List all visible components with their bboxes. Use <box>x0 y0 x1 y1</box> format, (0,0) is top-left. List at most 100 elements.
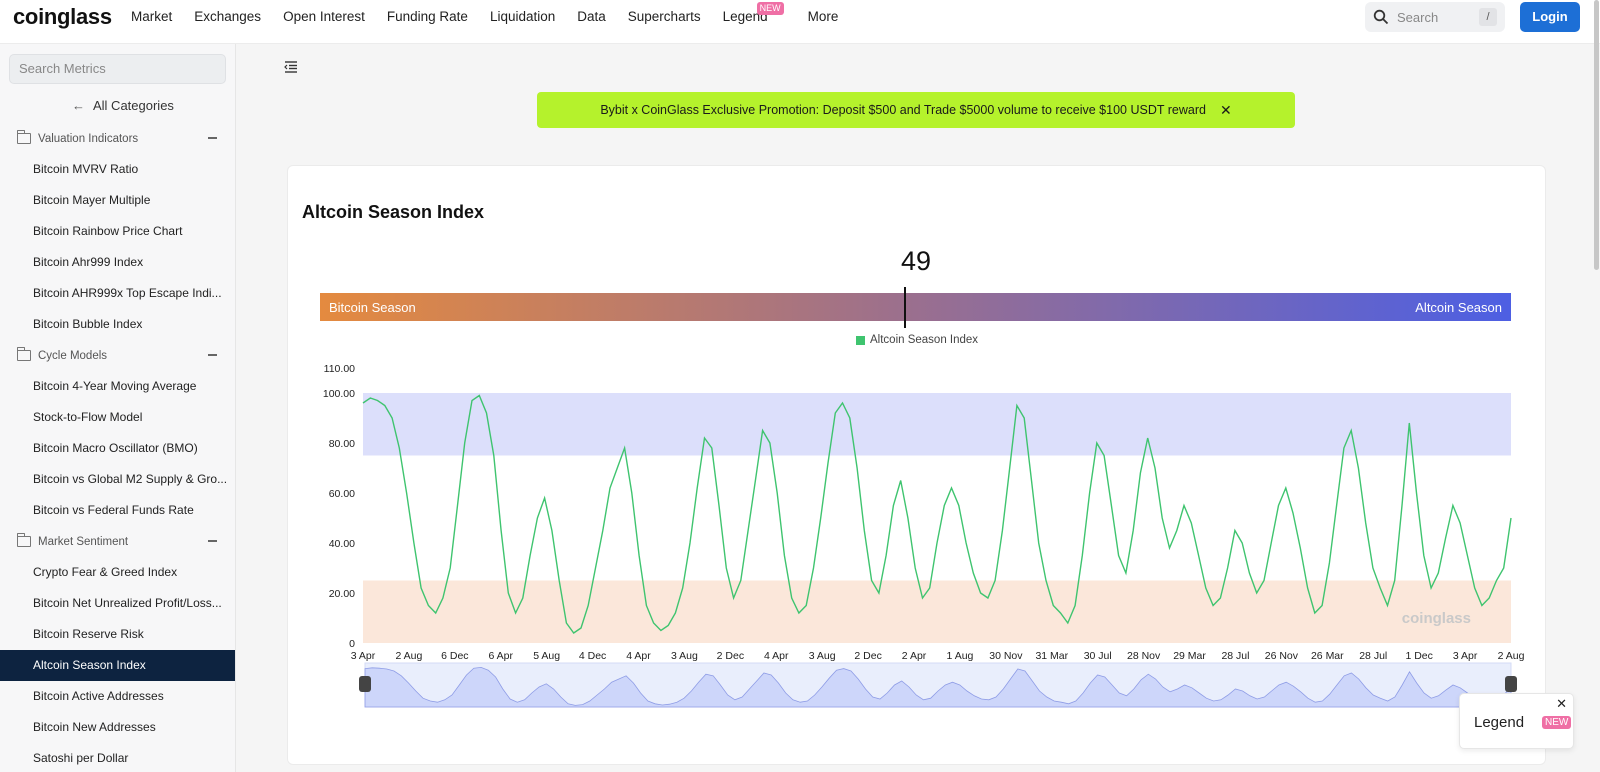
top-navbar: coinglass Market Exchanges Open Interest… <box>0 0 1600 44</box>
x-tick-label: 30 Jul <box>1084 650 1112 662</box>
brand-logo[interactable]: coinglass <box>13 4 112 30</box>
collapse-sidebar-icon[interactable] <box>284 60 298 74</box>
page-scrollbar[interactable] <box>1594 0 1599 270</box>
nav-legend[interactable]: Legend NEW <box>723 2 784 26</box>
search-box[interactable]: Search / <box>1365 2 1505 32</box>
x-tick-label: 6 Apr <box>488 650 513 662</box>
group-valuation-indicators[interactable]: Valuation Indicators <box>0 123 235 154</box>
legend-swatch <box>856 335 865 345</box>
sidebar-item[interactable]: Bitcoin New Addresses <box>0 712 235 743</box>
y-tick-label: 40.00 <box>329 538 355 550</box>
promo-text: Bybit x CoinGlass Exclusive Promotion: D… <box>600 103 1206 117</box>
chart-legend[interactable]: Altcoin Season Index <box>856 334 978 346</box>
nav-exchanges[interactable]: Exchanges <box>194 8 261 26</box>
current-index-value: 49 <box>900 246 932 276</box>
x-tick-label: 26 Nov <box>1265 650 1299 662</box>
season-gauge-bar: Bitcoin Season Altcoin Season <box>320 293 1511 321</box>
group-title: Market Sentiment <box>38 535 129 548</box>
sidebar-item[interactable]: Crypto Fear & Greed Index <box>0 557 235 588</box>
sidebar-item[interactable]: Bitcoin Ahr999 Index <box>0 247 235 278</box>
chart-watermark: coinglass <box>1402 610 1471 627</box>
altcoin-season-label: Altcoin Season <box>1415 300 1502 315</box>
collapse-minus-icon[interactable] <box>208 540 217 542</box>
x-tick-label: 2 Aug <box>1498 650 1525 662</box>
sidebar-item[interactable]: Bitcoin Bubble Index <box>0 309 235 340</box>
search-icon <box>1373 9 1389 25</box>
sidebar-item[interactable]: Satoshi per Dollar <box>0 743 235 772</box>
bitcoin-season-label: Bitcoin Season <box>329 300 416 315</box>
metrics-search-input[interactable]: Search Metrics <box>9 54 226 84</box>
legend-popup[interactable]: ✕ Legend NEW <box>1459 693 1574 749</box>
x-tick-label: 2 Dec <box>854 650 881 662</box>
x-tick-label: 29 Mar <box>1173 650 1206 662</box>
collapse-minus-icon[interactable] <box>208 137 217 139</box>
folder-icon <box>17 533 31 547</box>
x-tick-label: 3 Aug <box>671 650 698 662</box>
legend-label: Altcoin Season Index <box>870 334 979 346</box>
sidebar-item-active[interactable]: Altcoin Season Index <box>0 650 235 681</box>
collapse-minus-icon[interactable] <box>208 354 217 356</box>
new-badge: NEW <box>756 2 784 15</box>
nav-data[interactable]: Data <box>577 8 606 26</box>
close-icon[interactable]: ✕ <box>1556 696 1567 712</box>
sidebar-item[interactable]: Bitcoin Reserve Risk <box>0 619 235 650</box>
x-tick-label: 28 Jul <box>1221 650 1249 662</box>
metrics-list: Valuation Indicators Bitcoin MVRV Ratio … <box>0 123 235 772</box>
folder-icon <box>17 347 31 361</box>
sidebar-item[interactable]: Bitcoin Net Unrealized Profit/Loss... <box>0 588 235 619</box>
sidebar-item[interactable]: Bitcoin 4-Year Moving Average <box>0 371 235 402</box>
folder-icon <box>17 130 31 144</box>
nav-funding-rate[interactable]: Funding Rate <box>387 8 468 26</box>
main-nav: Market Exchanges Open Interest Funding R… <box>131 2 860 26</box>
nav-more[interactable]: More <box>808 8 839 26</box>
sidebar-item[interactable]: Bitcoin AHR999x Top Escape Indi... <box>0 278 235 309</box>
all-categories-link[interactable]: ← All Categories <box>72 98 174 113</box>
y-tick-label: 100.00 <box>323 388 355 400</box>
x-tick-label: 28 Jul <box>1359 650 1387 662</box>
y-tick-label: 110.00 <box>324 363 355 375</box>
search-placeholder: Search <box>1397 9 1439 25</box>
y-tick-label: 20.00 <box>329 588 355 600</box>
sidebar-item[interactable]: Bitcoin Macro Oscillator (BMO) <box>0 433 235 464</box>
chart-plot[interactable]: 0 20.00 40.00 60.00 80.00 100.00 110.00 3 Apr 2 … <box>300 355 1530 725</box>
x-tick-label: 5 Aug <box>533 650 560 662</box>
sidebar-item[interactable]: Bitcoin vs Federal Funds Rate <box>0 495 235 526</box>
x-tick-label: 4 Apr <box>626 650 651 662</box>
nav-liquidation[interactable]: Liquidation <box>490 8 555 26</box>
x-tick-label: 28 Nov <box>1127 650 1161 662</box>
sidebar-item[interactable]: Bitcoin Active Addresses <box>0 681 235 712</box>
search-shortcut-key: / <box>1479 8 1497 26</box>
sidebar-item[interactable]: Bitcoin MVRV Ratio <box>0 154 235 185</box>
nav-open-interest[interactable]: Open Interest <box>283 8 365 26</box>
sidebar-item[interactable]: Bitcoin Rainbow Price Chart <box>0 216 235 247</box>
x-tick-label: 1 Aug <box>947 650 974 662</box>
nav-market[interactable]: Market <box>131 8 172 26</box>
navigator-handle-left[interactable] <box>359 676 371 692</box>
zone-band-bitcoin <box>363 580 1511 643</box>
y-tick-label: 60.00 <box>329 488 355 500</box>
login-button[interactable]: Login <box>1520 2 1580 32</box>
group-cycle-models[interactable]: Cycle Models <box>0 340 235 371</box>
sidebar-item[interactable]: Stock-to-Flow Model <box>0 402 235 433</box>
x-tick-label: 6 Dec <box>441 650 468 662</box>
nav-supercharts[interactable]: Supercharts <box>628 8 701 26</box>
y-tick-label: 80.00 <box>329 438 355 450</box>
close-icon[interactable]: ✕ <box>1220 102 1232 119</box>
current-value-marker <box>904 287 906 328</box>
x-tick-label: 4 Apr <box>764 650 789 662</box>
x-tick-label: 4 Dec <box>579 650 606 662</box>
x-tick-label: 31 Mar <box>1035 650 1068 662</box>
arrow-left-icon: ← <box>72 98 85 113</box>
group-market-sentiment[interactable]: Market Sentiment <box>0 526 235 557</box>
x-tick-label: 1 Dec <box>1405 650 1432 662</box>
sidebar-item[interactable]: Bitcoin vs Global M2 Supply & Gro... <box>0 464 235 495</box>
x-tick-label: 30 Nov <box>989 650 1023 662</box>
sidebar-item[interactable]: Bitcoin Mayer Multiple <box>0 185 235 216</box>
x-tick-label: 2 Apr <box>902 650 927 662</box>
promo-banner[interactable]: Bybit x CoinGlass Exclusive Promotion: D… <box>537 92 1295 128</box>
all-categories-label: All Categories <box>93 98 174 113</box>
x-tick-label: 2 Aug <box>395 650 422 662</box>
x-tick-label: 3 Apr <box>351 650 376 662</box>
chart-title: Altcoin Season Index <box>302 202 485 222</box>
navigator-handle-right[interactable] <box>1505 676 1517 692</box>
